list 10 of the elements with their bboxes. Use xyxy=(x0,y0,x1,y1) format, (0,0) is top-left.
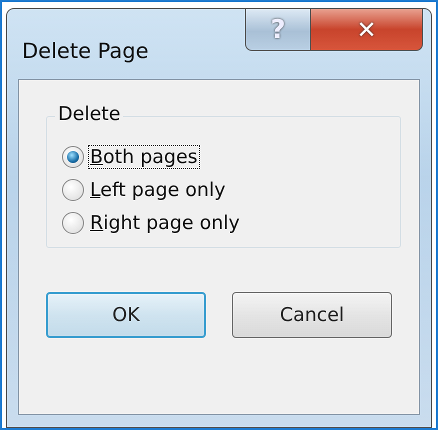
radio-label[interactable]: Both pages xyxy=(88,145,200,169)
radio-button[interactable] xyxy=(62,146,84,168)
close-button[interactable]: ✕ xyxy=(311,9,423,51)
radio-button[interactable] xyxy=(62,212,84,234)
cancel-button[interactable]: Cancel xyxy=(232,292,392,338)
window-title: Delete Page xyxy=(22,39,150,63)
radio-button[interactable] xyxy=(62,179,84,201)
ok-button[interactable]: OK xyxy=(46,292,206,338)
radio-label[interactable]: Left page only xyxy=(88,178,228,202)
radio-label[interactable]: Right page only xyxy=(88,211,242,235)
